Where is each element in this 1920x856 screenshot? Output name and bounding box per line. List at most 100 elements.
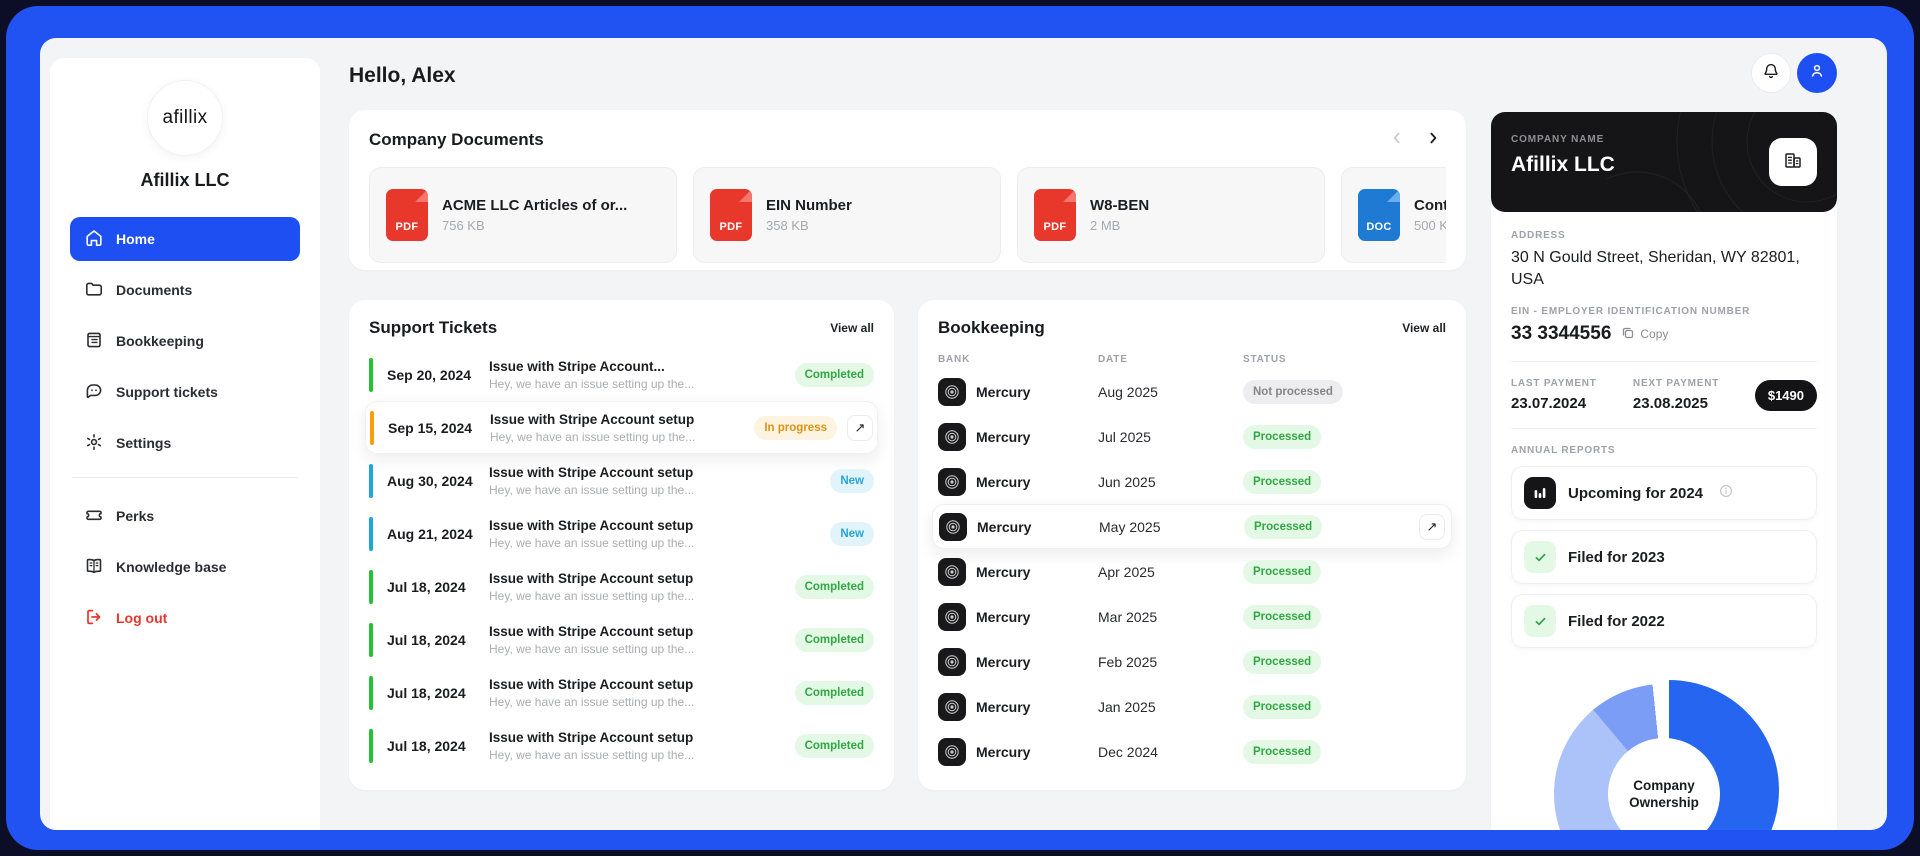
- copy-label: Copy: [1640, 327, 1669, 342]
- ticket-row[interactable]: Jul 18, 2024 Issue with Stripe Account s…: [369, 719, 874, 772]
- bookkeeping-column-headers: BANK DATE STATUS: [938, 354, 1287, 365]
- sidebar: afillix Afillix LLC Home Documents Bookk…: [50, 58, 320, 830]
- sidebar-item-label: Knowledge base: [116, 559, 227, 575]
- support-tickets-view-all[interactable]: View all: [830, 321, 874, 335]
- status-badge: Processed: [1244, 514, 1323, 539]
- document-card[interactable]: PDF ACME LLC Articles of or... 756 KB: [369, 167, 677, 263]
- arrow-up-right-icon: ↗: [1426, 518, 1438, 534]
- company-logo: afillix: [147, 80, 223, 156]
- ledger-icon: [84, 330, 104, 353]
- sidebar-item-home[interactable]: Home: [70, 217, 300, 261]
- document-name: EIN Number: [766, 197, 852, 214]
- sidebar-item-settings[interactable]: Settings: [70, 421, 300, 465]
- bookkeeping-row[interactable]: Mercury Feb 2025 Processed: [938, 639, 1446, 684]
- document-size: 2 MB: [1090, 218, 1121, 233]
- bookkeeping-row[interactable]: Mercury Mar 2025 Processed: [938, 594, 1446, 639]
- sidebar-company-name: Afillix LLC: [140, 170, 230, 190]
- company-ownership-chart: Company Ownership: [1554, 680, 1779, 830]
- bookkeeping-title: Bookkeeping: [938, 318, 1045, 337]
- document-name: ACME LLC Articles of or...: [442, 197, 628, 214]
- carousel-next-button[interactable]: [1420, 127, 1446, 153]
- ticket-status-bar: [369, 728, 373, 763]
- sidebar-item-knowledge-base[interactable]: Knowledge base: [70, 545, 300, 589]
- status-badge: Completed: [794, 362, 874, 387]
- folder-icon: [84, 279, 104, 302]
- bookkeeping-view-all[interactable]: View all: [1402, 321, 1446, 335]
- status-badge: In progress: [754, 415, 837, 440]
- chevron-right-icon: [1425, 130, 1441, 151]
- mercury-bank-icon: [938, 737, 966, 766]
- profile-button[interactable]: [1797, 53, 1837, 93]
- report-card-upcoming[interactable]: Upcoming for 2024: [1511, 466, 1817, 521]
- ticket-status-bar: [369, 569, 373, 604]
- company-info-panel: COMPANY NAME Afillix LLC ADDRESS 30 N Go…: [1491, 112, 1837, 830]
- status-badge: Processed: [1243, 559, 1322, 584]
- document-card[interactable]: PDF W8-BEN 2 MB: [1017, 167, 1325, 263]
- open-report-button[interactable]: ↗: [1419, 513, 1445, 540]
- sidebar-item-log-out[interactable]: Log out: [70, 596, 300, 640]
- bookkeeping-row[interactable]: Mercury Dec 2024 Processed: [938, 729, 1446, 774]
- bookkeeping-row[interactable]: Mercury Jul 2025 Processed: [938, 414, 1446, 459]
- status-badge: Processed: [1243, 424, 1322, 449]
- bookkeeping-row[interactable]: Mercury Apr 2025 Processed: [938, 549, 1446, 594]
- ticket-status-bar: [369, 516, 373, 551]
- sidebar-item-perks[interactable]: Perks: [70, 494, 300, 538]
- mercury-bank-icon: [938, 647, 966, 676]
- ticket-row[interactable]: Aug 30, 2024 Issue with Stripe Account s…: [369, 454, 874, 507]
- ein-value: 33 3344556: [1511, 323, 1612, 345]
- ticket-row[interactable]: Aug 21, 2024 Issue with Stripe Account s…: [369, 507, 874, 560]
- status-badge: Completed: [794, 733, 874, 758]
- copy-ein-button[interactable]: Copy: [1621, 326, 1668, 343]
- ticket-status-bar: [369, 622, 373, 657]
- sidebar-item-support-tickets[interactable]: Support tickets: [70, 370, 300, 414]
- bookkeeping-row[interactable]: Mercury May 2025 Processed ↗: [932, 504, 1452, 549]
- status-badge: Completed: [794, 627, 874, 652]
- bookkeeping-row[interactable]: Mercury Jan 2025 Processed: [938, 684, 1446, 729]
- pdf-file-icon: PDF: [710, 189, 752, 241]
- status-badge: Processed: [1243, 739, 1322, 764]
- annual-reports-label: ANNUAL REPORTS: [1511, 445, 1616, 457]
- mercury-bank-icon: [938, 602, 966, 631]
- bell-icon: [1762, 62, 1780, 85]
- status-badge: Processed: [1243, 649, 1322, 674]
- arrow-up-right-icon: ↗: [854, 419, 866, 435]
- bookkeeping-row[interactable]: Mercury Jun 2025 Processed: [938, 459, 1446, 504]
- next-payment-value: 23.08.2025: [1632, 395, 1708, 413]
- document-card[interactable]: PDF EIN Number 358 KB: [693, 167, 1001, 263]
- address-label: ADDRESS: [1511, 230, 1566, 241]
- ticket-row[interactable]: Sep 15, 2024 Issue with Stripe Account s…: [365, 401, 878, 454]
- pdf-file-icon: PDF: [1034, 189, 1076, 241]
- next-payment-label: NEXT PAYMENT: [1632, 378, 1720, 390]
- notifications-button[interactable]: [1751, 53, 1791, 93]
- sidebar-item-label: Settings: [116, 435, 172, 451]
- ticket-row[interactable]: Jul 18, 2024 Issue with Stripe Account s…: [369, 613, 874, 666]
- document-size: 500 KB: [1414, 218, 1446, 233]
- report-card-filed-2023[interactable]: Filed for 2023: [1511, 530, 1817, 585]
- carousel-prev-button[interactable]: [1384, 127, 1410, 153]
- check-icon: [1524, 541, 1556, 574]
- copy-icon: [1621, 326, 1635, 343]
- sidebar-item-label: Perks: [116, 508, 155, 524]
- ticket-row[interactable]: Sep 20, 2024 Issue with Stripe Account..…: [369, 348, 874, 401]
- company-profile-button[interactable]: [1769, 138, 1817, 186]
- status-badge: Processed: [1243, 469, 1322, 494]
- bookkeeping-row[interactable]: Mercury Aug 2025 Not processed: [938, 369, 1446, 414]
- sidebar-item-documents[interactable]: Documents: [70, 268, 300, 312]
- ticket-icon: [84, 505, 104, 528]
- logout-icon: [84, 607, 104, 630]
- open-ticket-button[interactable]: ↗: [847, 414, 873, 441]
- ticket-row[interactable]: Jul 18, 2024 Issue with Stripe Account s…: [369, 560, 874, 613]
- chat-icon: [84, 381, 104, 404]
- document-card[interactable]: DOC Contract 500 KB: [1341, 167, 1446, 263]
- status-badge: Processed: [1243, 694, 1322, 719]
- mercury-bank-icon: [938, 377, 966, 406]
- status-badge: Completed: [794, 574, 874, 599]
- sidebar-item-bookkeeping[interactable]: Bookkeeping: [70, 319, 300, 363]
- page-title: Hello, Alex: [349, 64, 456, 87]
- ticket-status-bar: [369, 675, 373, 710]
- sidebar-item-label: Support tickets: [116, 384, 218, 400]
- mercury-bank-icon: [938, 557, 966, 586]
- report-card-filed-2022[interactable]: Filed for 2022: [1511, 594, 1817, 649]
- ticket-row[interactable]: Jul 18, 2024 Issue with Stripe Account s…: [369, 666, 874, 719]
- gear-icon: [84, 432, 104, 455]
